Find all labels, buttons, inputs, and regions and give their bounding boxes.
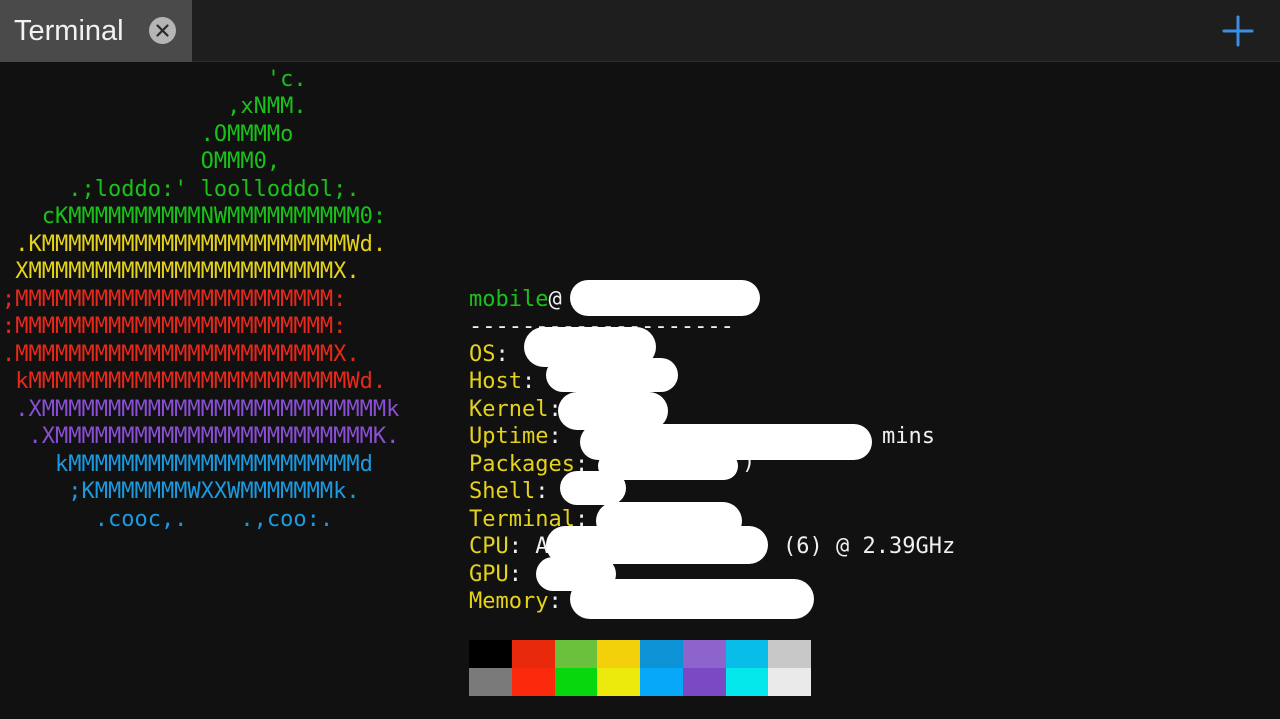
uptime-tail: mins xyxy=(882,424,935,449)
color-swatch xyxy=(725,640,769,668)
info-row-host: Host: xyxy=(469,368,535,395)
info-row-shell: Shell: xyxy=(469,478,548,505)
color-swatch xyxy=(768,640,812,668)
logo-line: .cooc,. .,coo:. xyxy=(2,507,334,532)
info-row-kernel: Kernel: xyxy=(469,396,562,423)
color-swatch xyxy=(554,640,598,668)
redaction-mark xyxy=(546,358,678,392)
user-host-line: mobile@ xyxy=(469,286,562,313)
info-key: OS xyxy=(469,342,496,367)
info-key: Packages xyxy=(469,452,575,477)
info-row-cpu: CPU: A xyxy=(469,533,549,560)
info-row-os: OS: xyxy=(469,341,509,368)
tab-title: Terminal xyxy=(14,14,124,47)
color-swatch xyxy=(768,668,812,696)
tab-bar: Terminal xyxy=(0,0,1280,62)
logo-line: XMMMMMMMMMMMMMMMMMMMMMMMX. xyxy=(2,259,360,284)
logo-line: kMMMMMMMMMMMMMMMMMMMMMMd xyxy=(2,452,373,477)
info-colon: : xyxy=(495,342,509,367)
info-key: Kernel xyxy=(469,397,549,422)
logo-line: 'c. xyxy=(2,67,307,92)
color-palette xyxy=(469,640,812,696)
at-sign: @ xyxy=(548,287,562,312)
color-swatch xyxy=(682,668,726,696)
close-icon[interactable] xyxy=(149,17,176,44)
color-swatch xyxy=(682,640,726,668)
redaction-mark xyxy=(560,471,626,505)
username: mobile xyxy=(469,287,549,312)
info-key: CPU xyxy=(469,534,509,559)
logo-line: OMMM0, xyxy=(2,149,281,174)
logo-line: ,xNMM. xyxy=(2,94,307,119)
info-key: GPU xyxy=(469,562,509,587)
logo-line: .;loddo:' loolloddol;. xyxy=(2,177,360,202)
terminal-output[interactable]: 'c. ,xNMM. .OMMMMo OMMM0, .;loddo:' lool… xyxy=(0,62,1280,719)
info-colon: : xyxy=(508,534,522,559)
color-swatch xyxy=(725,668,769,696)
cpu-tail: (6) @ 2.39GHz xyxy=(783,534,956,559)
info-key: Shell xyxy=(469,479,536,504)
info-colon: : xyxy=(548,589,562,614)
logo-line: ;MMMMMMMMMMMMMMMMMMMMMMMM: xyxy=(2,287,347,312)
info-row-gpu: GPU: xyxy=(469,561,522,588)
plus-icon[interactable] xyxy=(1222,15,1254,47)
info-key: Host xyxy=(469,369,522,394)
info-colon: : xyxy=(535,479,549,504)
color-swatch xyxy=(597,668,641,696)
logo-line: cKMMMMMMMMMMNWMMMMMMMMMM0: xyxy=(2,204,387,229)
info-key: Memory xyxy=(469,589,549,614)
logo-line: .XMMMMMMMMMMMMMMMMMMMMMMMMK. xyxy=(2,424,400,449)
color-swatch xyxy=(511,668,555,696)
info-row-uptime: Uptime: xyxy=(469,423,562,450)
logo-line: .MMMMMMMMMMMMMMMMMMMMMMMMX. xyxy=(2,342,360,367)
info-key: Uptime xyxy=(469,424,549,449)
tab-terminal[interactable]: Terminal xyxy=(0,0,192,62)
logo-line: .XMMMMMMMMMMMMMMMMMMMMMMMMMMk xyxy=(2,397,400,422)
logo-line: :MMMMMMMMMMMMMMMMMMMMMMMM: xyxy=(2,314,347,339)
logo-line: .OMMMMo xyxy=(2,122,294,147)
logo-line: .KMMMMMMMMMMMMMMMMMMMMMMMWd. xyxy=(2,232,387,257)
color-swatch xyxy=(554,668,598,696)
redaction-mark xyxy=(570,280,760,316)
info-colon: : xyxy=(521,369,536,394)
color-swatch xyxy=(597,640,641,668)
color-swatch xyxy=(640,640,683,668)
logo-line: ;KMMMMMMMWXXWMMMMMMMk. xyxy=(2,479,360,504)
redaction-mark xyxy=(570,579,814,619)
color-swatch xyxy=(640,668,683,696)
logo-line: kMMMMMMMMMMMMMMMMMMMMMMMMWd. xyxy=(2,369,387,394)
info-colon: : xyxy=(548,424,562,449)
info-row-memory: Memory: xyxy=(469,588,562,615)
info-colon: : xyxy=(508,562,522,587)
cpu-head xyxy=(522,534,535,559)
color-swatch xyxy=(511,640,555,668)
color-swatch xyxy=(469,640,512,668)
color-swatch xyxy=(469,668,512,696)
